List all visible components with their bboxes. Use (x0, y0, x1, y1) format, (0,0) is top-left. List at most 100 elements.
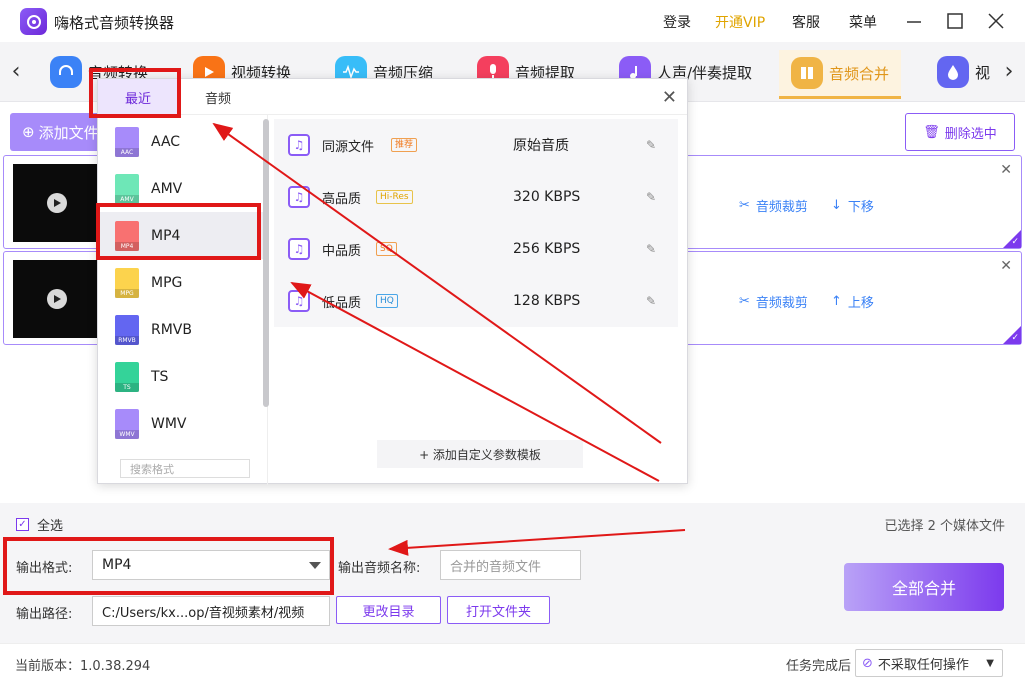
annotation-box-recent (89, 68, 181, 118)
format-name: RMVB (151, 321, 192, 338)
merge-icon (791, 57, 823, 89)
tab-audio-merge[interactable]: 音频合并 (779, 50, 902, 99)
add-template-button[interactable]: + 添加自定义参数模板 (377, 440, 583, 468)
quality-bitrate: 原始音质 (513, 138, 569, 154)
format-item-ts[interactable]: TS TS (98, 353, 263, 400)
audio-trim-label: 音频裁剪 (755, 296, 808, 311)
chevron-down-icon: ▼ (986, 657, 994, 669)
popup-tabs: 最近 音频 ✕ (98, 79, 687, 115)
format-item-wmv[interactable]: WMV WMV (98, 400, 263, 447)
selected-count: 已选择 2 个媒体文件 (884, 519, 1005, 534)
tab-video-more[interactable]: 视 (937, 50, 990, 94)
change-dir-button[interactable]: 更改目录 (336, 596, 441, 624)
title-bar: 嗨格式音频转换器 登录 开通VIP 客服 菜单 (0, 0, 1025, 42)
app-title: 嗨格式音频转换器 (54, 14, 175, 32)
edit-icon[interactable]: ✎ (646, 138, 656, 152)
format-item-aac[interactable]: AAC AAC (98, 118, 263, 165)
tab-label: 视 (975, 63, 991, 82)
version-text: 当前版本：1.0.38.294 (15, 659, 151, 674)
login-link[interactable]: 登录 (663, 12, 691, 32)
close-icon[interactable]: ✕ (662, 87, 677, 108)
format-name: AMV (151, 180, 183, 197)
select-all-label: 全选 (37, 519, 64, 534)
quality-bitrate: 128 KBPS (513, 293, 581, 309)
output-path-label: 输出路径: (16, 607, 73, 622)
quality-list: ♫ 同源文件 推荐 原始音质 ✎ ♫ 高品质 Hi-Res 320 KBPS ✎… (274, 119, 678, 327)
scissors-icon: ✂ (739, 294, 750, 309)
file-ts-icon: TS (115, 361, 139, 392)
quality-row-low[interactable]: ♫ 低品质 HQ 128 KBPS ✎ (274, 275, 678, 327)
music-note-icon: ♫ (288, 238, 310, 260)
remove-file-icon[interactable]: ✕ (1000, 258, 1012, 274)
output-name-input[interactable]: 合并的音频文件 (440, 550, 581, 580)
quality-tag: 推荐 (391, 138, 418, 152)
video-thumbnail[interactable] (13, 164, 101, 242)
annotation-box-mp4 (96, 203, 261, 260)
after-task-select[interactable]: ⊘ 不采取任何操作 ▼ (855, 649, 1003, 677)
tab-label: 音频合并 (829, 64, 890, 83)
checkbox-checked-icon: ✓ (16, 518, 29, 531)
close-icon[interactable] (984, 9, 1008, 33)
select-all-checkbox[interactable]: ✓ 全选 (16, 515, 63, 534)
move-down-button[interactable]: ↓ 下移 (831, 196, 874, 215)
after-task-label: 任务完成后 (786, 659, 852, 674)
merge-all-button[interactable]: 全部合并 (844, 563, 1004, 611)
nav-next-icon[interactable]: › (999, 58, 1019, 84)
edit-icon[interactable]: ✎ (646, 190, 656, 204)
format-item-mpg[interactable]: MPG MPG (98, 259, 263, 306)
format-name: MPG (151, 274, 183, 291)
format-name: AAC (151, 133, 181, 150)
output-path-field[interactable]: C:/Users/kx...op/音视频素材/视频 (92, 596, 330, 626)
delete-label: 删除选中 (944, 126, 997, 142)
selected-check-icon[interactable]: ✓ (1003, 326, 1021, 344)
tab-audio[interactable]: 音频 (198, 79, 238, 115)
file-mpg-icon: MPG (115, 267, 139, 298)
audio-trim-button[interactable]: ✂ 音频裁剪 (739, 196, 808, 215)
after-task-value: 不采取任何操作 (877, 657, 969, 673)
open-folder-button[interactable]: 打开文件夹 (447, 596, 550, 624)
delete-selected-button[interactable]: 🗑 删除选中 (905, 113, 1015, 151)
format-name: WMV (151, 415, 187, 432)
play-icon[interactable] (47, 289, 67, 309)
quality-tag: HQ (376, 294, 398, 308)
annotation-box-output-format (3, 537, 334, 595)
file-wmv-icon: WMV (115, 408, 139, 439)
minimize-icon[interactable] (902, 9, 926, 33)
format-name: TS (151, 368, 169, 385)
vip-link[interactable]: 开通VIP (715, 12, 765, 32)
quality-bitrate: 320 KBPS (513, 189, 581, 205)
play-icon[interactable] (47, 193, 67, 213)
format-search-input[interactable]: 搜索格式 (120, 459, 250, 478)
maximize-icon[interactable] (943, 9, 967, 33)
edit-icon[interactable]: ✎ (646, 242, 656, 256)
scissors-icon: ✂ (739, 198, 750, 213)
format-scrollbar[interactable] (263, 119, 269, 407)
headphone-icon (50, 56, 82, 88)
remove-file-icon[interactable]: ✕ (1000, 162, 1012, 178)
arrow-down-icon: ↓ (831, 198, 842, 213)
arrow-up-icon: ↑ (831, 294, 842, 309)
no-entry-icon: ⊘ (862, 655, 873, 671)
selected-check-icon[interactable]: ✓ (1003, 230, 1021, 248)
move-up-button[interactable]: ↑ 上移 (831, 292, 874, 311)
quality-row-medium[interactable]: ♫ 中品质 SQ 256 KBPS ✎ (274, 223, 678, 275)
quality-name: 高品质 (322, 191, 362, 207)
music-note-icon: ♫ (288, 134, 310, 156)
format-item-rmvb[interactable]: RMVB RMVB (98, 306, 263, 353)
quality-tag: SQ (376, 242, 397, 256)
menu-link[interactable]: 菜单 (849, 12, 877, 32)
nav-prev-icon[interactable]: ‹ (6, 58, 26, 84)
audio-trim-button[interactable]: ✂ 音频裁剪 (739, 292, 808, 311)
file-amv-icon: AMV (115, 173, 139, 204)
quality-name: 低品质 (322, 295, 362, 311)
quality-row-high[interactable]: ♫ 高品质 Hi-Res 320 KBPS ✎ (274, 171, 678, 223)
quality-bitrate: 256 KBPS (513, 241, 581, 257)
add-file-button[interactable]: ⊕ 添加文件 (10, 113, 110, 151)
music-note-icon: ♫ (288, 186, 310, 208)
service-link[interactable]: 客服 (792, 12, 820, 32)
quality-row-source[interactable]: ♫ 同源文件 推荐 原始音质 ✎ (274, 119, 678, 171)
format-popup: 最近 音频 ✕ AAC AAC AMV AMV MP4 MP4 MPG MPG … (97, 78, 688, 485)
edit-icon[interactable]: ✎ (646, 294, 656, 308)
audio-trim-label: 音频裁剪 (755, 200, 808, 215)
video-thumbnail[interactable] (13, 260, 101, 338)
